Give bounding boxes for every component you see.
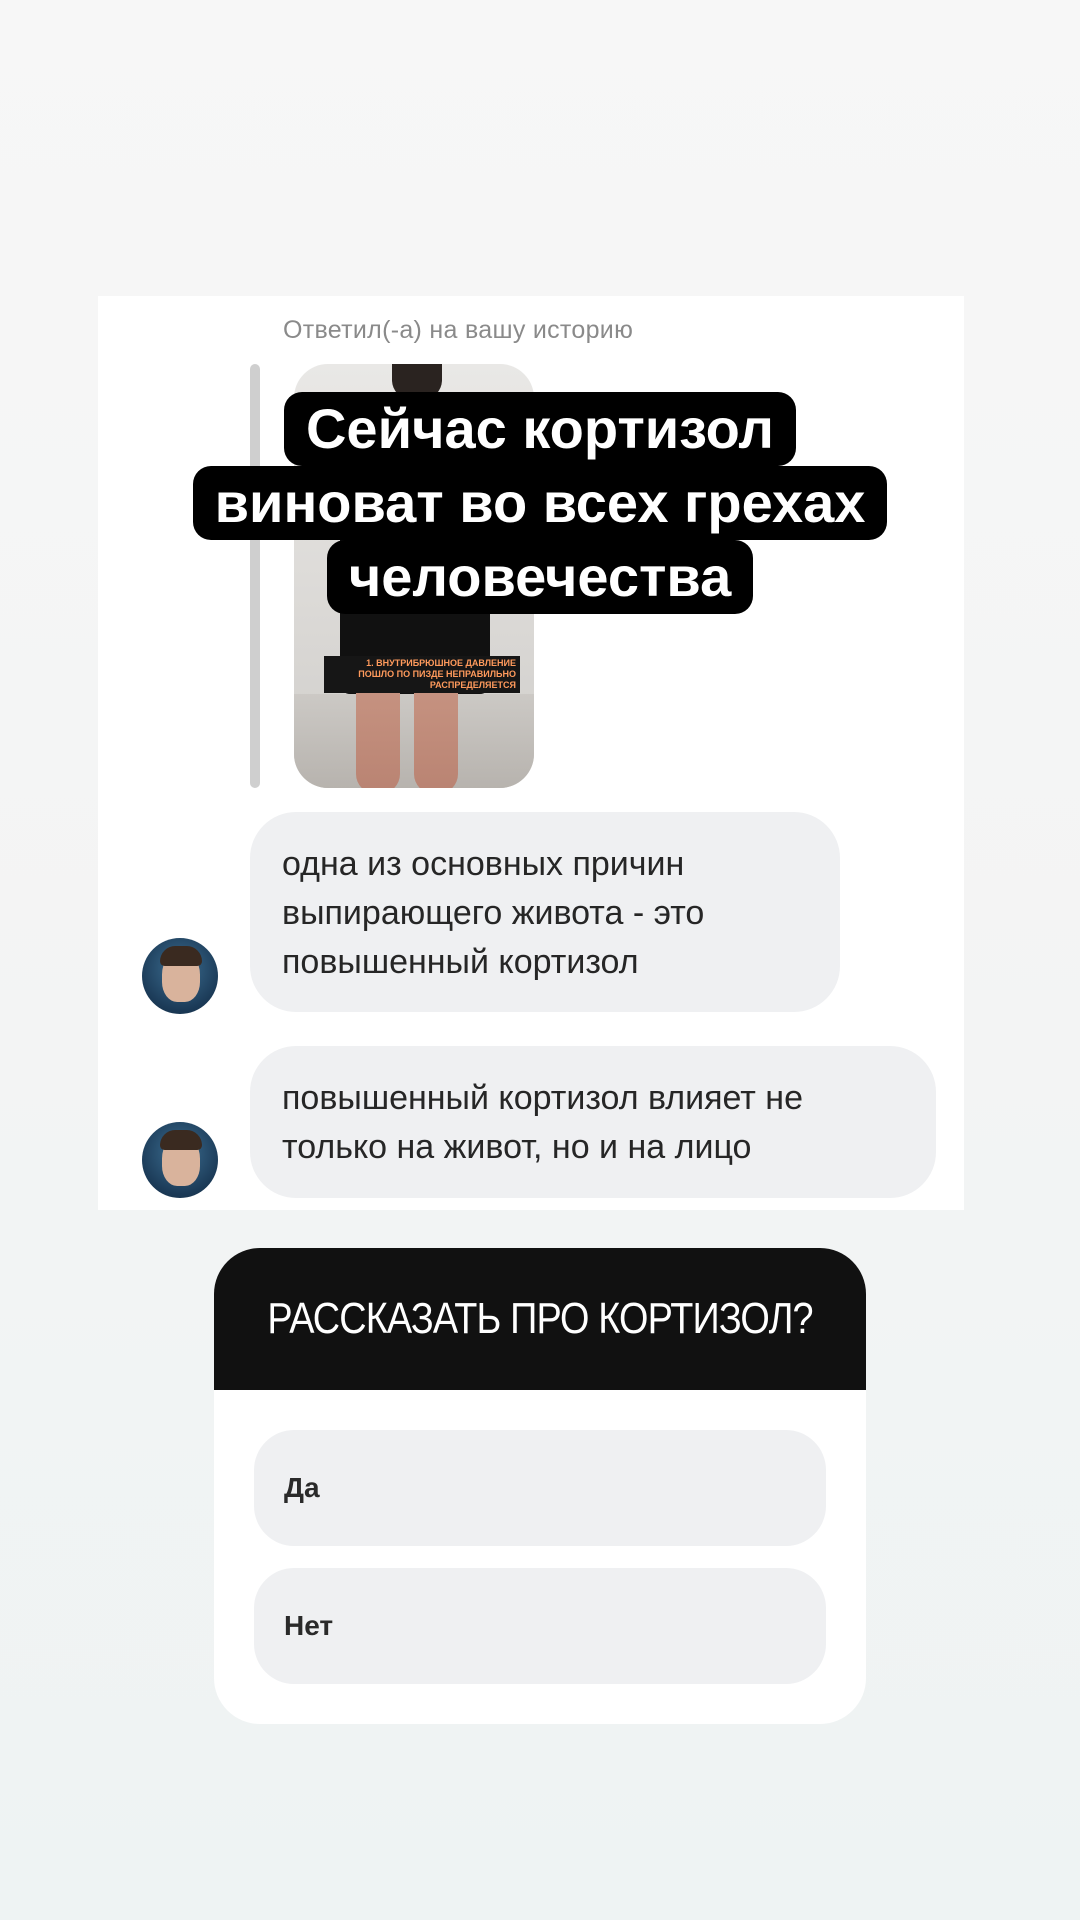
headline-overlay: Сейчас кортизол виноват во всех грехах ч…	[140, 392, 940, 614]
headline-line: человечества	[326, 540, 754, 614]
avatar[interactable]	[142, 1122, 218, 1198]
message-bubble: одна из основных причин выпирающего живо…	[250, 812, 840, 1012]
avatar-hair	[160, 1130, 202, 1150]
poll-option-label: Нет	[284, 1610, 334, 1641]
avatar[interactable]	[142, 938, 218, 1014]
headline-line: Сейчас кортизол	[283, 392, 796, 466]
poll-sticker: РАССКАЗАТЬ ПРО КОРТИЗОЛ? Да Нет	[214, 1248, 866, 1724]
story-caption: 1. Внутрибрюшное давление пошло по пизде…	[324, 656, 520, 693]
avatar-hair	[160, 946, 202, 966]
message-bubble: повышенный кортизол влияет не только на …	[250, 1046, 936, 1198]
reply-caption: Ответил(-а) на вашу историю	[283, 316, 634, 344]
poll-question: РАССКАЗАТЬ ПРО КОРТИЗОЛ?	[267, 1294, 813, 1343]
poll-option-yes[interactable]: Да	[254, 1430, 826, 1546]
poll-option-label: Да	[284, 1472, 320, 1503]
poll-header: РАССКАЗАТЬ ПРО КОРТИЗОЛ?	[214, 1248, 866, 1390]
headline-line: виноват во всех грехах	[192, 466, 888, 540]
poll-option-no[interactable]: Нет	[254, 1568, 826, 1684]
